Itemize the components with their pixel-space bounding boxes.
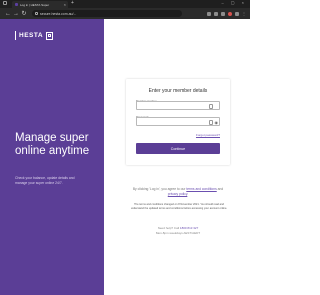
favicon-icon: [15, 3, 18, 6]
extension-icon[interactable]: [207, 11, 211, 16]
terms-link[interactable]: terms and conditions: [186, 187, 216, 191]
show-password-icon[interactable]: ◉: [215, 120, 219, 125]
terms-prefix: By clicking 'Log in', you agree to our: [132, 187, 186, 191]
login-title: Enter your member details: [148, 88, 208, 94]
help-prefix: Need help? Call: [157, 226, 180, 230]
tab-close-icon[interactable]: ×: [64, 2, 66, 7]
terms-change-notice: The terms and conditions changed on 8 No…: [130, 203, 228, 210]
privacy-link[interactable]: privacy policy: [168, 192, 188, 196]
extensions-area: ⋮: [207, 11, 246, 16]
address-bar[interactable]: secure.hesta.com.au/...: [32, 10, 182, 17]
browser-toolbar: ← → ↻ secure.hesta.com.au/... ⋮: [0, 8, 250, 19]
menu-icon[interactable]: ⋮: [242, 11, 246, 16]
member-number-input[interactable]: [136, 101, 220, 110]
logo-mark-icon: [46, 31, 54, 40]
lock-icon: [35, 12, 38, 15]
tab-actions-icon[interactable]: [3, 1, 7, 5]
password-input[interactable]: ◉: [136, 117, 220, 126]
login-card: Enter your member details Member number …: [126, 79, 230, 165]
url-text: secure.hesta.com.au/...: [40, 11, 77, 16]
extension-icon[interactable]: [214, 11, 218, 16]
terms-text: By clicking 'Log in', you agree to our t…: [128, 187, 228, 197]
hero-panel: HESTA Manage super online anytime Check …: [0, 19, 104, 295]
tab-title: Log in | HESTA Super: [20, 2, 50, 7]
hesta-logo[interactable]: HESTA: [15, 31, 54, 40]
window-controls[interactable]: – ▢ ×: [221, 0, 247, 5]
new-tab-button[interactable]: +: [71, 0, 74, 6]
profile-avatar-icon[interactable]: [228, 11, 232, 16]
hero-headline: Manage super online anytime: [15, 132, 90, 157]
terms-and: and: [217, 187, 224, 191]
card-icon: [209, 104, 213, 109]
extension-icon[interactable]: [235, 11, 239, 16]
logo-text: HESTA: [19, 32, 44, 39]
extension-icon[interactable]: [221, 11, 225, 16]
terms-end: .: [187, 192, 189, 196]
key-icon: [209, 120, 213, 125]
logo-bar-icon: [15, 31, 16, 40]
browser-tab[interactable]: Log in | HESTA Super ×: [12, 1, 68, 8]
help-hours: 8am-8pm weekdays AEST/AEDT: [155, 230, 201, 235]
help-text: Need help? Call 1800 813 327 8am-8pm wee…: [128, 226, 228, 235]
forward-button[interactable]: →: [12, 11, 20, 17]
help-phone-link[interactable]: 1800 813 327: [180, 226, 198, 230]
browser-tab-bar: Log in | HESTA Super × + – ▢ ×: [0, 0, 250, 8]
reload-button[interactable]: ↻: [20, 10, 28, 17]
continue-button[interactable]: Continue: [136, 143, 220, 154]
forgot-password-link[interactable]: Forgot password?: [196, 133, 220, 137]
hero-subtext: Check your balance, update details and m…: [15, 176, 75, 185]
back-button[interactable]: ←: [4, 11, 12, 17]
